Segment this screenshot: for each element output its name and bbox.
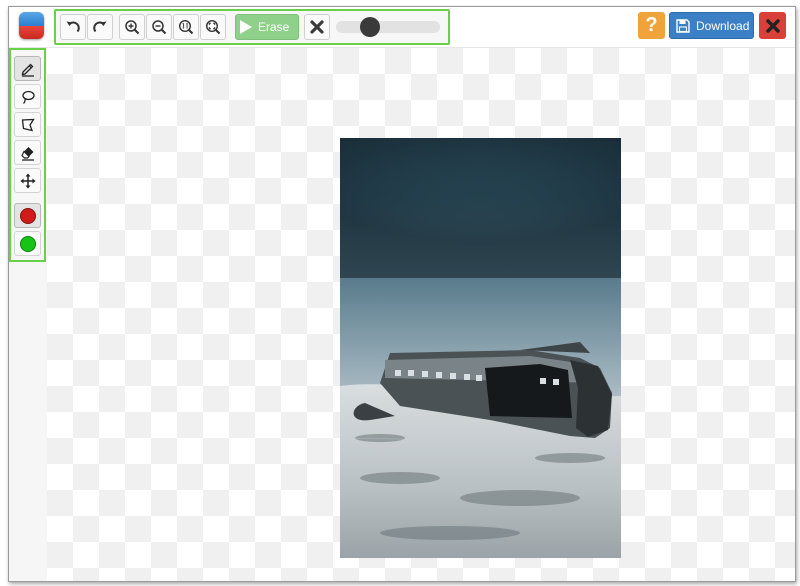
close-icon — [765, 18, 780, 33]
erase-button[interactable]: Erase — [235, 14, 299, 40]
clear-button[interactable] — [304, 14, 330, 40]
play-icon — [240, 20, 252, 34]
lasso-icon — [21, 90, 35, 104]
zoom-out-icon — [152, 20, 167, 35]
redo-button[interactable] — [87, 14, 113, 40]
undo-button[interactable] — [60, 14, 86, 40]
main-toolbar: Erase — [54, 9, 450, 45]
red-dot-icon — [19, 207, 36, 224]
tool-sidebar — [9, 48, 47, 581]
keep-brush-icon — [21, 63, 34, 77]
tool-group — [9, 48, 46, 262]
zoom-out-button[interactable] — [146, 14, 172, 40]
app-logo-icon — [19, 12, 44, 39]
lasso-tool-button[interactable] — [14, 84, 41, 109]
zoom-fit-button[interactable] — [200, 14, 226, 40]
polygon-lasso-icon — [21, 118, 35, 131]
zoom-fit-icon — [205, 19, 221, 35]
red-color-button[interactable] — [14, 203, 41, 228]
zoom-in-button[interactable] — [119, 14, 145, 40]
editor-canvas[interactable] — [47, 48, 795, 581]
help-button[interactable]: ? — [638, 12, 665, 39]
top-bar: Erase ? Download — [9, 7, 795, 48]
move-icon — [20, 173, 35, 188]
green-color-button[interactable] — [14, 231, 41, 256]
undo-icon — [66, 21, 80, 33]
download-label: Download — [696, 18, 750, 33]
eraser-tool-button[interactable] — [14, 140, 41, 165]
zoom-actual-size-icon — [178, 19, 194, 35]
close-button[interactable] — [759, 12, 786, 39]
zoom-actual-size-button[interactable] — [173, 14, 199, 40]
move-tool-button[interactable] — [14, 168, 41, 193]
redo-icon — [93, 21, 107, 33]
download-button[interactable]: Download — [669, 12, 754, 39]
floppy-disk-icon — [676, 18, 690, 33]
uploaded-photo — [340, 138, 621, 558]
keep-brush-tool-button[interactable] — [14, 56, 41, 81]
eraser-icon — [20, 146, 34, 161]
plane-wreck-illustration — [340, 138, 621, 558]
green-dot-icon — [19, 235, 36, 252]
help-label: ? — [645, 14, 658, 36]
brush-size-slider[interactable] — [336, 17, 440, 37]
slider-handle[interactable] — [360, 17, 381, 37]
zoom-in-icon — [125, 20, 140, 35]
editor-window: Erase ? Download — [8, 6, 796, 582]
erase-label: Erase — [258, 20, 290, 34]
polygon-tool-button[interactable] — [14, 112, 41, 137]
cross-icon — [310, 20, 324, 34]
